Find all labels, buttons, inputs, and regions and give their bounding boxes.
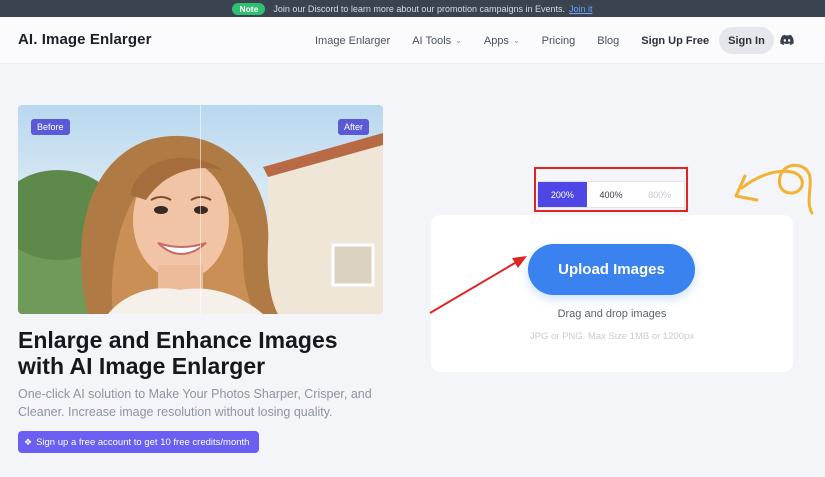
annotation-layer <box>429 163 814 314</box>
yellow-curved-arrow-icon <box>734 163 814 215</box>
red-arrow-icon <box>429 256 527 314</box>
